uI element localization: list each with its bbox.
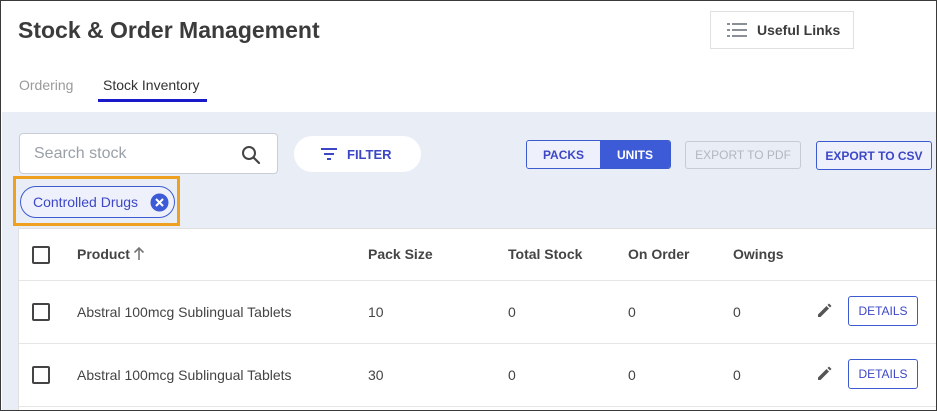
row-checkbox[interactable] <box>32 366 50 384</box>
filter-icon <box>321 148 337 160</box>
close-circle-icon[interactable] <box>150 193 169 217</box>
cell-total-stock: 0 <box>508 367 516 383</box>
filter-label: FILTER <box>347 146 392 162</box>
column-header-owings: Owings <box>733 246 784 262</box>
tab-stock-inventory[interactable]: Stock Inventory <box>103 77 200 93</box>
select-all-checkbox[interactable] <box>32 246 50 264</box>
filter-button[interactable]: FILTER <box>294 136 421 172</box>
pencil-icon[interactable] <box>816 301 834 324</box>
table-header-row: Product Pack Size Total Stock On Order O… <box>19 229 936 281</box>
column-header-on-order: On Order <box>628 246 690 262</box>
tab-ordering[interactable]: Ordering <box>19 77 73 93</box>
view-toggle: PACKS UNITS <box>526 140 671 169</box>
app-window: Stock & Order Management Useful Links Or… <box>0 0 937 411</box>
cell-owings: 0 <box>733 304 741 320</box>
cell-total-stock: 0 <box>508 304 516 320</box>
active-tab-indicator <box>98 99 207 102</box>
page-title: Stock & Order Management <box>18 17 320 43</box>
search-input[interactable] <box>34 144 234 164</box>
filter-chip-controlled-drugs: Controlled Drugs <box>20 186 175 218</box>
column-header-total-stock: Total Stock <box>508 246 583 262</box>
arrow-up-icon[interactable] <box>133 246 145 265</box>
column-header-product[interactable]: Product <box>77 246 130 262</box>
list-icon <box>727 23 747 37</box>
export-csv-button[interactable]: EXPORT TO CSV <box>816 141 932 170</box>
pencil-icon[interactable] <box>816 364 834 387</box>
search-box[interactable] <box>19 133 278 174</box>
cell-owings: 0 <box>733 367 741 383</box>
cell-product: Abstral 100mcg Sublingual Tablets <box>77 367 292 383</box>
cell-product: Abstral 100mcg Sublingual Tablets <box>77 304 292 320</box>
stock-table: Product Pack Size Total Stock On Order O… <box>18 228 936 410</box>
cell-pack-size: 30 <box>368 367 384 383</box>
column-header-pack-size: Pack Size <box>368 246 433 262</box>
details-button[interactable]: DETAILS <box>848 296 918 326</box>
table-row: Abstral 100mcg Sublingual Tablets 10 0 0… <box>19 281 936 344</box>
cell-on-order: 0 <box>628 304 636 320</box>
details-button[interactable]: DETAILS <box>848 359 918 389</box>
units-toggle-button[interactable]: UNITS <box>600 141 670 168</box>
filter-chip-label: Controlled Drugs <box>33 194 139 210</box>
cell-on-order: 0 <box>628 367 636 383</box>
useful-links-button[interactable]: Useful Links <box>710 11 854 49</box>
packs-toggle-button[interactable]: PACKS <box>527 141 600 168</box>
cell-pack-size: 10 <box>368 304 384 320</box>
table-row: Abstral 100mcg Sublingual Tablets 30 0 0… <box>19 344 936 407</box>
export-pdf-button: EXPORT TO PDF <box>685 141 801 169</box>
search-icon[interactable] <box>241 145 261 170</box>
useful-links-label: Useful Links <box>757 22 841 38</box>
row-checkbox[interactable] <box>32 303 50 321</box>
